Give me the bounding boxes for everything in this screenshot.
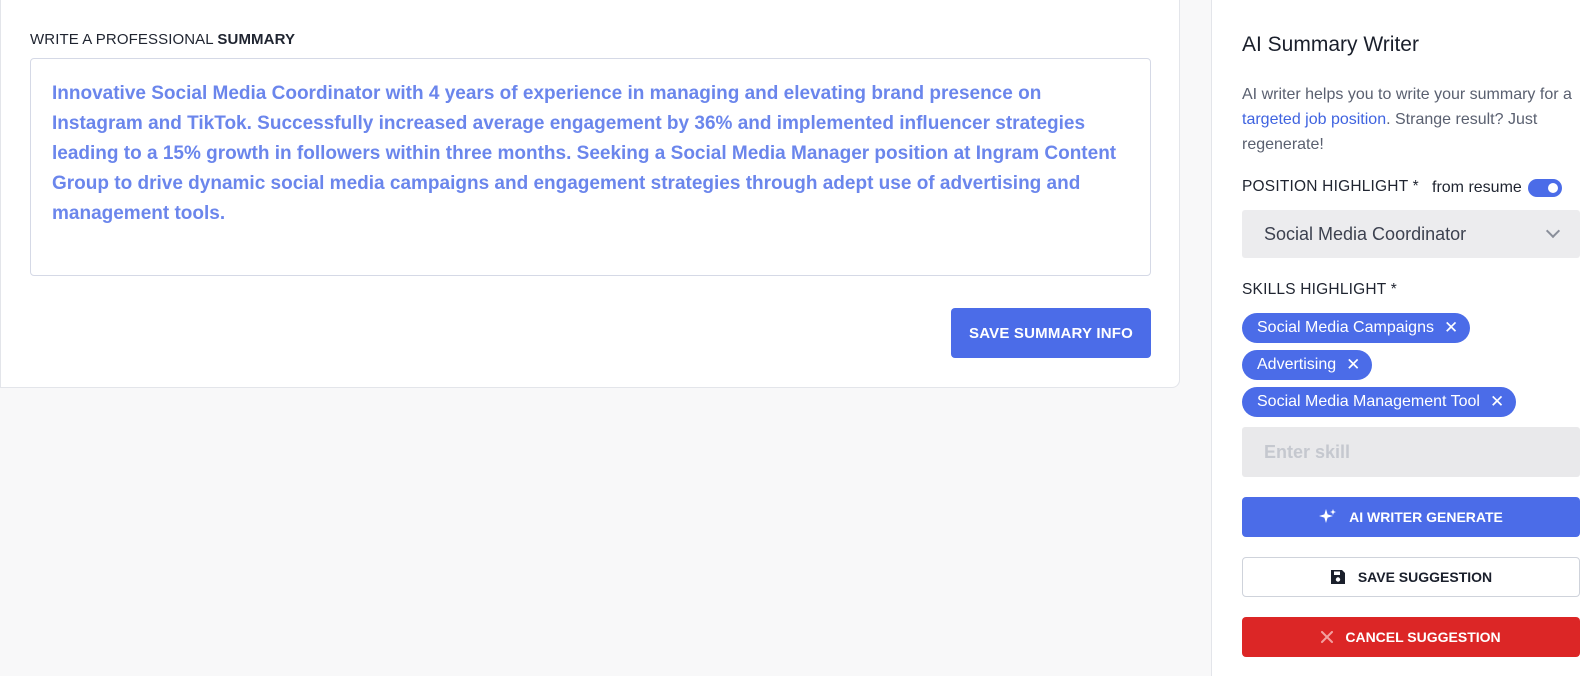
- close-icon: [1321, 631, 1334, 643]
- from-resume-label: from resume: [1432, 179, 1522, 196]
- skills-highlight-label: SKILLS HIGHLIGHT *: [1242, 281, 1397, 298]
- summary-label-prefix: WRITE A PROFESSIONAL: [30, 31, 218, 48]
- panel-desc-prefix: AI writer helps you to write your summar…: [1242, 86, 1572, 103]
- targeted-job-position-link[interactable]: targeted job position: [1242, 111, 1386, 128]
- from-resume-toggle[interactable]: [1527, 179, 1562, 197]
- panel-title: AI Summary Writer: [1242, 33, 1419, 56]
- cancel-suggestion-label: CANCEL SUGGESTION: [1345, 629, 1501, 645]
- cancel-suggestion-button[interactable]: CANCEL SUGGESTION: [1242, 617, 1580, 657]
- summary-textarea[interactable]: Innovative Social Media Coordinator with…: [30, 58, 1151, 276]
- skill-chip: Advertising ✕: [1242, 350, 1373, 380]
- summary-section-label: WRITE A PROFESSIONAL SUMMARY: [30, 31, 295, 48]
- summary-card: WRITE A PROFESSIONAL SUMMARY Innovative …: [0, 0, 1180, 388]
- ai-summary-writer-panel: AI Summary Writer AI writer helps you to…: [1211, 0, 1592, 676]
- position-select-value: Social Media Coordinator: [1264, 223, 1467, 244]
- sparkle-icon: [1319, 508, 1337, 526]
- panel-description: AI writer helps you to write your summar…: [1242, 82, 1582, 157]
- chevron-down-icon: [1545, 223, 1561, 239]
- summary-label-bold: SUMMARY: [217, 31, 296, 48]
- skill-chip: Social Media Management Tool ✕: [1242, 387, 1517, 417]
- save-suggestion-label: SAVE SUGGESTION: [1357, 569, 1493, 585]
- from-resume-toggle-group: from resume: [1432, 179, 1562, 197]
- skill-chip-label: Advertising: [1257, 356, 1337, 373]
- skill-chip-label: Social Media Campaigns: [1257, 319, 1434, 336]
- save-summary-button[interactable]: SAVE SUMMARY INFO: [951, 308, 1151, 358]
- remove-skill-icon[interactable]: ✕: [1346, 355, 1360, 375]
- floppy-disk-icon: [1330, 569, 1346, 585]
- position-select[interactable]: Social Media Coordinator: [1242, 210, 1580, 258]
- remove-skill-icon[interactable]: ✕: [1444, 318, 1458, 338]
- ai-writer-generate-button[interactable]: AI WRITER GENERATE: [1242, 497, 1580, 537]
- enter-skill-input[interactable]: [1242, 427, 1580, 477]
- ai-writer-generate-label: AI WRITER GENERATE: [1349, 509, 1503, 525]
- skill-chip: Social Media Campaigns ✕: [1242, 313, 1471, 343]
- remove-skill-icon[interactable]: ✕: [1490, 392, 1504, 412]
- skill-chip-label: Social Media Management Tool: [1257, 393, 1480, 410]
- save-suggestion-button[interactable]: SAVE SUGGESTION: [1242, 557, 1580, 597]
- position-highlight-label: POSITION HIGHLIGHT *: [1242, 178, 1419, 195]
